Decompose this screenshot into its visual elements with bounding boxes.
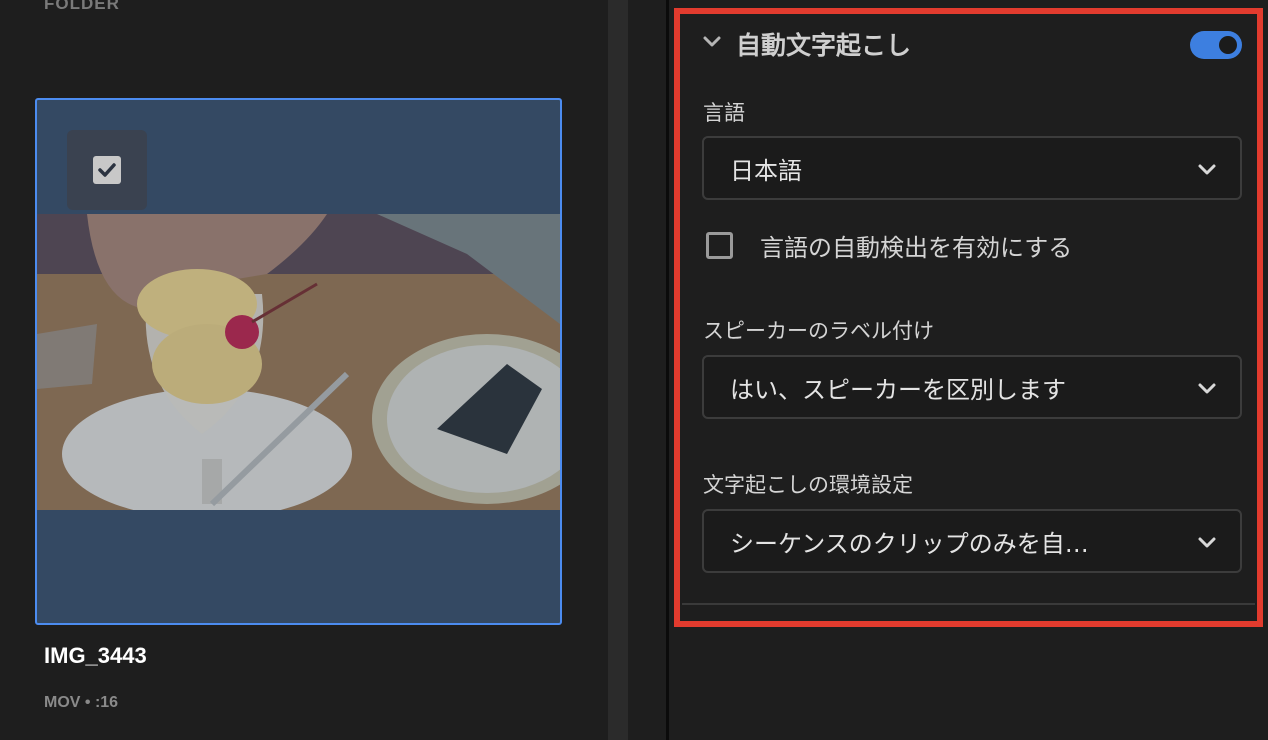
- highlight-frame: [674, 8, 1263, 627]
- clip-thumbnail[interactable]: [37, 214, 560, 510]
- folder-label: FOLDER: [44, 0, 120, 13]
- clip-select-checkbox[interactable]: [67, 130, 147, 210]
- panel-divider[interactable]: [608, 0, 628, 740]
- clip-card[interactable]: [35, 98, 562, 625]
- media-browser-pane: FOLDER IMG_3443 MOV •:16: [0, 0, 608, 740]
- clip-meta: MOV • :16: [44, 694, 119, 711]
- panel-gap: [628, 0, 668, 740]
- clip-name: IMG_3443: [44, 643, 147, 668]
- checkmark-icon: [93, 156, 121, 184]
